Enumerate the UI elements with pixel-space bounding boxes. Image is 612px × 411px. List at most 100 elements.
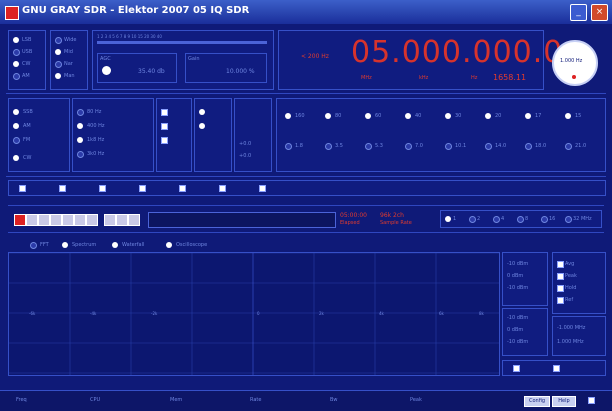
offset-check[interactable] [161,137,168,144]
band-radio[interactable] [13,137,20,144]
filter-radio-wide[interactable] [55,37,62,44]
option-radio[interactable] [493,216,500,223]
mode-fft-radio[interactable] [30,242,37,249]
option-radio[interactable] [445,216,451,222]
level-value: 0 dBm [507,273,524,279]
band-radio[interactable] [13,109,19,115]
mode-spectrum-radio[interactable] [62,242,68,248]
bw-radio[interactable] [77,109,84,116]
settings-button[interactable] [128,214,140,226]
frequency-readout[interactable]: 05.000.000.0 [351,35,563,70]
offset-check[interactable] [161,109,168,116]
band-b-radio[interactable] [525,143,532,150]
option-select-panel: 1 2 4 8 16 32 MHz [440,210,602,228]
band-radio[interactable] [13,155,19,161]
option-radio[interactable] [469,216,476,223]
option-radio[interactable] [541,216,548,223]
play-button[interactable] [26,214,38,226]
option-radio[interactable] [517,216,524,223]
file-path-field[interactable] [148,212,336,228]
offset-check[interactable] [161,123,168,130]
band-radio[interactable] [13,123,19,129]
band-a-label: 17 [535,113,542,119]
bw-radio[interactable] [77,137,83,143]
band-a-radio[interactable] [445,113,451,119]
band-b-radio[interactable] [565,143,572,150]
mode-scope-radio[interactable] [166,242,172,248]
band-a-radio[interactable] [365,113,371,119]
band-a-radio[interactable] [525,113,531,119]
tuning-dial[interactable]: 1.000 Hz [552,40,598,86]
minimize-button[interactable]: _ [570,4,587,21]
close-button[interactable]: × [591,4,608,21]
mode-radio-am[interactable] [13,73,20,80]
band-b-radio[interactable] [485,143,492,150]
load-button[interactable] [104,214,116,226]
spectrum-display[interactable]: -6k -4k -2k 0 2k 4k 6k 8k [8,252,500,376]
bw-label: 400 Hz [87,123,105,129]
quick-option[interactable] [99,185,106,192]
offset-panel-b [194,98,232,172]
mode-label: LSB [22,37,32,43]
bw-radio[interactable] [77,123,83,129]
avg-check[interactable] [557,261,564,268]
forward-button[interactable] [62,214,74,226]
mode-radio-usb[interactable] [13,49,20,56]
bandwidth-panel: 80 Hz 400 Hz 1k8 Hz 3k0 Hz [72,98,154,172]
peak-check[interactable] [557,273,564,280]
skip-forward-button[interactable] [86,214,98,226]
hold-check[interactable] [557,285,564,292]
option-radio[interactable] [565,216,572,223]
rewind-button[interactable] [50,214,62,226]
band-b-radio[interactable] [405,143,412,150]
band-a-radio[interactable] [405,113,411,119]
skip-back-button[interactable] [74,214,86,226]
quick-option[interactable] [259,185,266,192]
band-b-radio[interactable] [285,143,292,150]
filter-radio-man[interactable] [55,73,61,79]
quick-option[interactable] [19,185,26,192]
band-b-radio[interactable] [325,143,332,150]
record-button[interactable] [14,214,26,226]
band-label: AM [23,123,31,129]
x-tick: 8k [479,311,484,316]
filter-radio-nar[interactable] [55,61,62,68]
filter-radio-mid[interactable] [55,49,61,55]
agc-knob[interactable] [102,66,111,75]
band-b-radio[interactable] [365,143,372,150]
stop-button[interactable] [38,214,50,226]
band-label: CW [23,155,32,161]
band-b-label: 10.1 [455,143,467,149]
band-a-radio[interactable] [565,113,571,119]
mode-waterfall-radio[interactable] [112,242,118,248]
band-a-radio[interactable] [485,113,491,119]
mode-radio-lsb[interactable] [13,37,19,43]
rx-offset: +0.0 [239,141,252,147]
config-button[interactable]: Config [524,396,550,407]
quick-option[interactable] [179,185,186,192]
help-button[interactable]: Help [552,396,576,407]
band-a-radio[interactable] [285,113,291,119]
zoom-check[interactable] [513,365,520,372]
band-a-radio[interactable] [325,113,331,119]
band-b-radio[interactable] [445,143,452,150]
offset-radio[interactable] [199,109,205,115]
level-panel-bottom: -10 dBm 0 dBm -10 dBm [502,308,548,356]
mode-label: USB [22,49,33,55]
quick-option[interactable] [139,185,146,192]
quick-option[interactable] [59,185,66,192]
zoom-check[interactable] [553,365,560,372]
offset-radio[interactable] [199,123,205,129]
status-bar: Freq CPU Mem Rate Bw Peak Config Help [0,390,612,411]
quick-option[interactable] [219,185,226,192]
save-button[interactable] [116,214,128,226]
ref-check[interactable] [557,297,564,304]
bw-radio[interactable] [77,151,84,158]
band-a-label: 30 [455,113,462,119]
mode-radio-cw[interactable] [13,61,19,67]
status-check[interactable] [588,397,595,404]
level-value: -10 dBm [507,261,529,267]
x-tick: 0 [257,311,260,316]
option-label: 1 [453,216,457,222]
transport-row: 05:00:00 Elapsed 96k 2ch Sample Rate 1 2… [8,205,604,233]
